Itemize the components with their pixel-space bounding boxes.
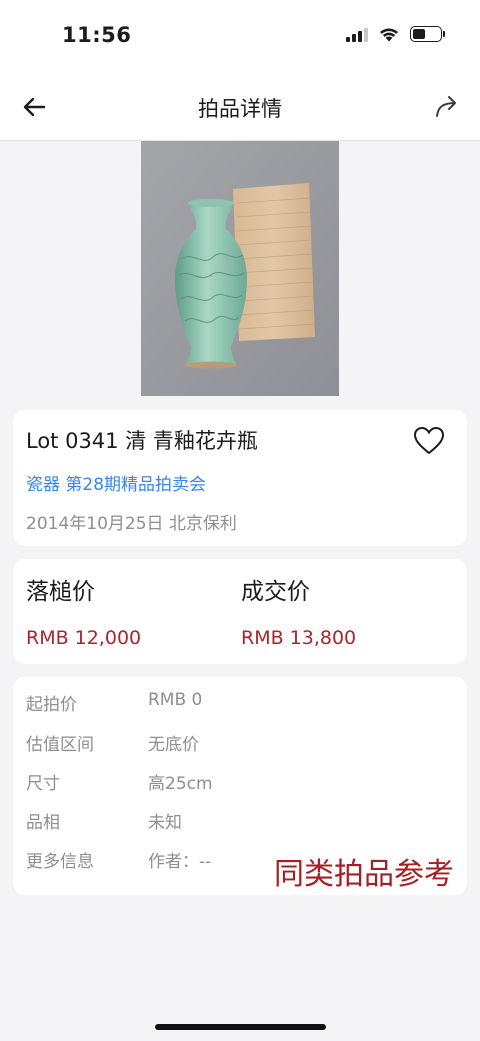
detail-value: RMB 0 <box>148 690 203 710</box>
home-indicator <box>155 1024 326 1030</box>
detail-value: 未知 <box>148 813 182 833</box>
wifi-icon <box>380 28 398 42</box>
heart-outline-icon[interactable] <box>413 426 445 456</box>
deal-price-value: RMB 13,800 <box>241 627 357 649</box>
detail-key: 尺寸 <box>26 774 60 794</box>
battery-level <box>413 29 425 39</box>
share-forward-icon[interactable] <box>432 92 462 122</box>
auction-date-house: 2014年10月25日 北京保利 <box>26 514 237 534</box>
nav-bar: 拍品详情 <box>0 70 480 141</box>
status-time: 11:56 <box>62 23 132 47</box>
lot-image[interactable] <box>141 141 339 396</box>
status-bar: 11:56 <box>0 0 480 70</box>
detail-key: 起拍价 <box>26 695 77 715</box>
page-title: 拍品详情 <box>198 97 282 121</box>
price-card: 落槌价 RMB 12,000 成交价 RMB 13,800 <box>13 559 467 664</box>
status-icons <box>346 26 445 42</box>
detail-key: 更多信息 <box>26 852 94 872</box>
cellular-signal-icon <box>346 26 368 42</box>
hammer-price-value: RMB 12,000 <box>26 627 142 649</box>
lot-info-card: Lot 0341 清 青釉花卉瓶 瓷器 第28期精品拍卖会 2014年10月25… <box>13 410 467 546</box>
similar-lots-button[interactable]: 同类拍品参考 <box>274 849 454 893</box>
detail-value: 无底价 <box>148 735 199 755</box>
hammer-price-label: 落槌价 <box>26 579 95 605</box>
deal-price-label: 成交价 <box>241 579 310 605</box>
category-session-link[interactable]: 瓷器 第28期精品拍卖会 <box>26 470 206 495</box>
detail-key: 品相 <box>26 813 60 833</box>
battery-icon <box>410 26 445 42</box>
detail-value: 高25cm <box>148 774 213 794</box>
lot-title: Lot 0341 清 青釉花卉瓶 <box>26 429 258 453</box>
detail-key: 估值区间 <box>26 735 94 755</box>
details-card: 起拍价 RMB 0 估值区间 无底价 尺寸 高25cm 品相 未知 更多信息 作… <box>13 677 467 895</box>
celadon-vase-illustration <box>141 141 339 396</box>
